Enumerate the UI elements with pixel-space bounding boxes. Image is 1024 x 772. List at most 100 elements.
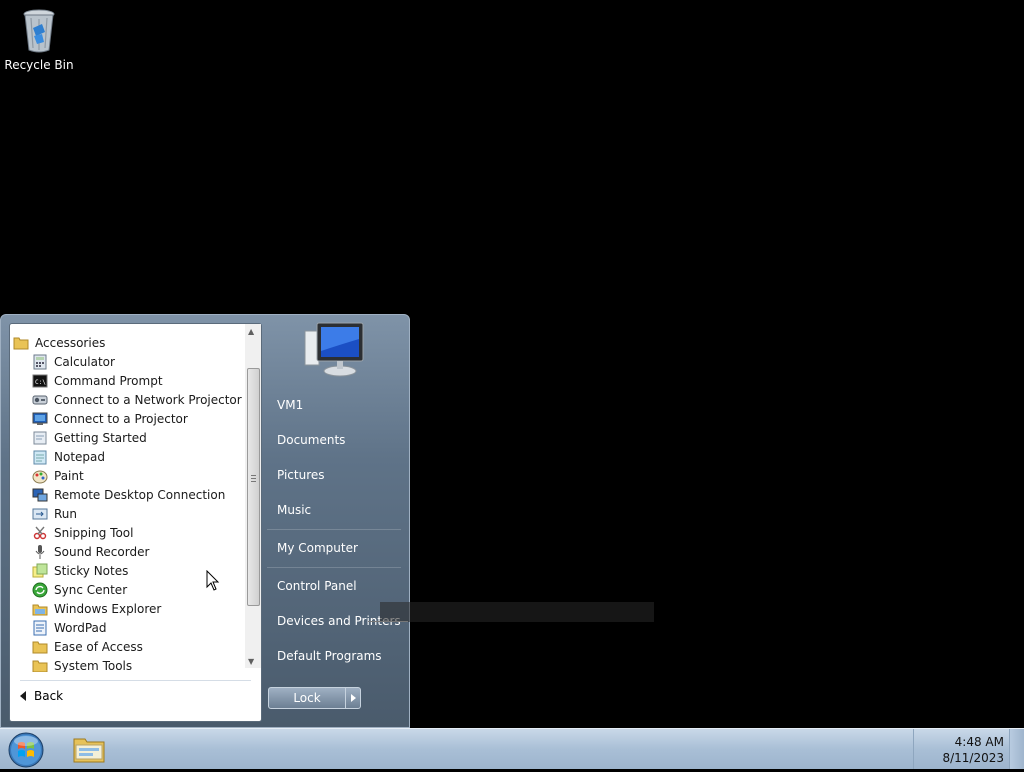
- sticky-notes-icon: [32, 563, 48, 579]
- program-item-paint[interactable]: Paint: [32, 466, 84, 485]
- notification-area: 4:48 AM 8/11/2023: [913, 729, 1024, 769]
- clock[interactable]: 4:48 AM 8/11/2023: [942, 734, 1004, 766]
- program-label: Snipping Tool: [54, 525, 134, 540]
- divider: [267, 567, 401, 568]
- program-label: Ease of Access: [54, 639, 143, 654]
- taskbar-windows-explorer-button[interactable]: [66, 731, 112, 767]
- back-arrow-icon: [20, 691, 26, 701]
- program-item-command-prompt[interactable]: C:\ Command Prompt: [32, 371, 163, 390]
- svg-text:C:\: C:\: [35, 379, 46, 386]
- clock-date: 8/11/2023: [942, 751, 1004, 765]
- back-button[interactable]: Back: [20, 686, 63, 706]
- network-projector-icon: [32, 392, 48, 408]
- program-label: Connect to a Network Projector: [54, 392, 242, 407]
- lock-button[interactable]: Lock: [268, 687, 346, 709]
- program-label: Windows Explorer: [54, 601, 162, 616]
- program-list-scrollbar[interactable]: ▲ ▼: [245, 324, 261, 668]
- taskbar: 4:48 AM 8/11/2023: [0, 728, 1024, 769]
- program-item-ease-of-access[interactable]: Ease of Access: [32, 637, 143, 656]
- start-link-music[interactable]: Music: [267, 499, 403, 521]
- program-label: Getting Started: [54, 430, 147, 445]
- program-label: Notepad: [54, 449, 105, 464]
- notepad-icon: [32, 449, 48, 465]
- all-programs-pane: Accessories Calculator C:\ Command Promp…: [9, 323, 262, 722]
- program-label: Accessories: [35, 335, 106, 350]
- scroll-up-arrow-icon[interactable]: ▲: [248, 327, 254, 336]
- scroll-down-arrow-icon[interactable]: ▼: [248, 657, 254, 666]
- start-link-label: My Computer: [277, 541, 358, 555]
- calculator-icon: [32, 354, 48, 370]
- program-item-notepad[interactable]: Notepad: [32, 447, 105, 466]
- show-desktop-button[interactable]: [1009, 729, 1024, 769]
- start-menu: Accessories Calculator C:\ Command Promp…: [0, 314, 410, 728]
- program-list: Accessories Calculator C:\ Command Promp…: [10, 324, 246, 672]
- scrollbar-thumb[interactable]: [247, 368, 260, 606]
- lock-options-arrow-button[interactable]: [346, 687, 361, 709]
- start-link-label: Pictures: [277, 468, 325, 482]
- start-link-pictures[interactable]: Pictures: [267, 464, 403, 486]
- user-picture-computer-icon[interactable]: [299, 321, 369, 379]
- start-link-label: Music: [277, 503, 312, 517]
- start-link-default-programs[interactable]: Default Programs: [267, 645, 403, 667]
- program-item-connect-network-projector[interactable]: Connect to a Network Projector: [32, 390, 242, 409]
- program-label: Sound Recorder: [54, 544, 150, 559]
- start-link-label: Documents: [277, 433, 346, 447]
- start-link-user-vm1[interactable]: VM1: [267, 394, 403, 416]
- snipping-tool-icon: [32, 525, 48, 541]
- microphone-icon: [32, 544, 48, 560]
- program-item-getting-started[interactable]: Getting Started: [32, 428, 147, 447]
- paint-icon: [32, 468, 48, 484]
- windows-explorer-icon: [32, 601, 48, 617]
- program-item-connect-projector[interactable]: Connect to a Projector: [32, 409, 188, 428]
- divider: [20, 680, 251, 681]
- program-label: Sync Center: [54, 582, 128, 597]
- divider: [267, 529, 401, 530]
- desktop-icon-recycle-bin[interactable]: Recycle Bin: [4, 6, 74, 72]
- program-label: Run: [54, 506, 78, 521]
- folder-icon: [13, 335, 29, 351]
- program-item-calculator[interactable]: Calculator: [32, 352, 115, 371]
- program-label: Remote Desktop Connection: [54, 487, 226, 502]
- folder-icon: [32, 658, 48, 672]
- back-label: Back: [34, 689, 64, 703]
- wordpad-icon: [32, 620, 48, 636]
- program-item-sound-recorder[interactable]: Sound Recorder: [32, 542, 149, 561]
- program-label: Command Prompt: [54, 373, 163, 388]
- tooltip-ghost: [380, 602, 654, 622]
- program-item-remote-desktop[interactable]: Remote Desktop Connection: [32, 485, 225, 504]
- start-button[interactable]: [6, 731, 46, 769]
- program-label: Connect to a Projector: [54, 411, 188, 426]
- program-item-windows-explorer[interactable]: Windows Explorer: [32, 599, 161, 618]
- projector-icon: [32, 411, 48, 427]
- command-prompt-icon: C:\: [32, 373, 48, 389]
- start-link-label: Control Panel: [277, 579, 357, 593]
- program-item-wordpad[interactable]: WordPad: [32, 618, 107, 637]
- start-link-label: Default Programs: [277, 649, 382, 663]
- program-label: WordPad: [54, 620, 107, 635]
- tooltip-ghost-line: [368, 621, 408, 622]
- start-link-control-panel[interactable]: Control Panel: [267, 575, 403, 597]
- program-label: Paint: [54, 468, 84, 483]
- program-label: System Tools: [54, 658, 133, 673]
- sync-center-icon: [32, 582, 48, 598]
- program-item-run[interactable]: Run: [32, 504, 77, 523]
- start-link-my-computer[interactable]: My Computer: [267, 537, 403, 559]
- recycle-bin-icon: [20, 6, 58, 54]
- program-item-sticky-notes[interactable]: Sticky Notes: [32, 561, 128, 580]
- program-item-accessories[interactable]: Accessories: [13, 333, 105, 352]
- start-link-label: VM1: [277, 398, 304, 412]
- mouse-pointer-icon: [206, 569, 220, 592]
- program-label: Sticky Notes: [54, 563, 129, 578]
- clock-time: 4:48 AM: [954, 735, 1004, 749]
- folder-icon: [32, 639, 48, 655]
- program-label: Calculator: [54, 354, 115, 369]
- program-item-sync-center[interactable]: Sync Center: [32, 580, 127, 599]
- start-link-documents[interactable]: Documents: [267, 429, 403, 451]
- desktop-icon-label: Recycle Bin: [4, 58, 74, 72]
- run-icon: [32, 506, 48, 522]
- getting-started-icon: [32, 430, 48, 446]
- program-item-system-tools[interactable]: System Tools: [32, 656, 132, 672]
- program-item-snipping-tool[interactable]: Snipping Tool: [32, 523, 133, 542]
- lock-button-group: Lock: [268, 687, 361, 709]
- remote-desktop-icon: [32, 487, 48, 503]
